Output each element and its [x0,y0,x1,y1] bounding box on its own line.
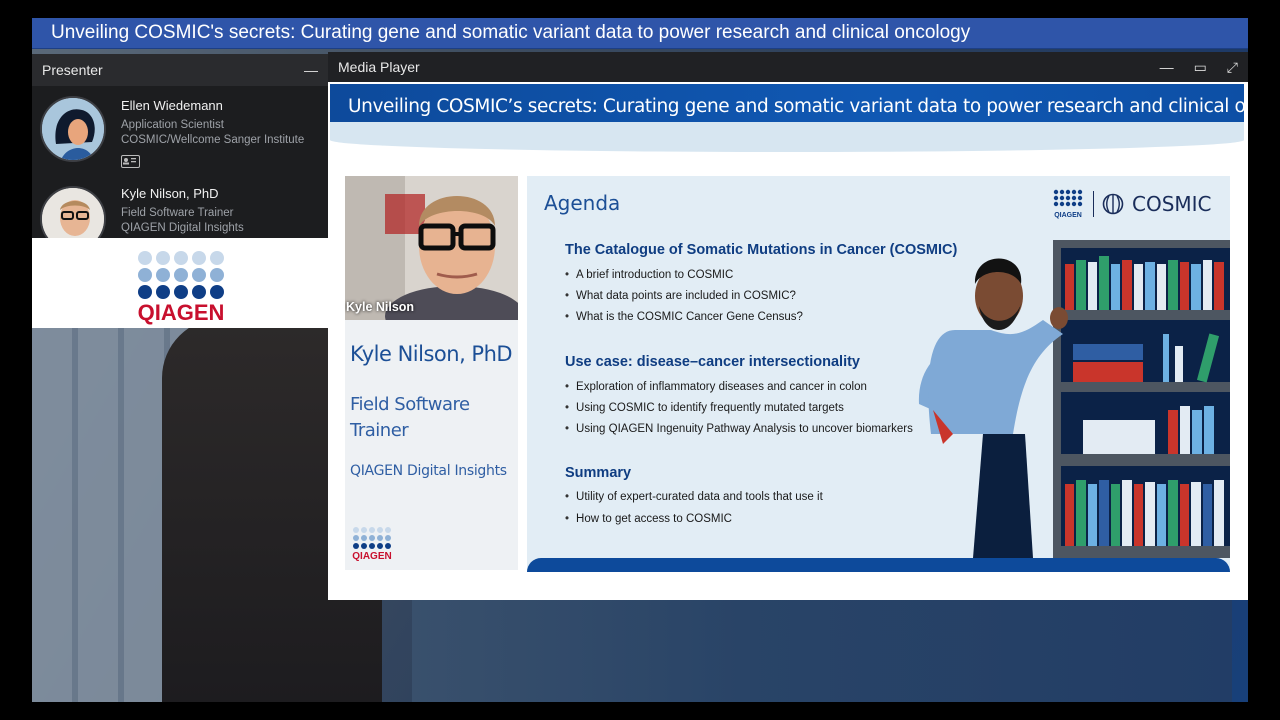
speaker-camera-feed: Kyle Nilson [345,176,518,320]
presenter-card[interactable]: Ellen Wiedemann Application Scientist CO… [40,96,320,176]
svg-text:QIAGEN: QIAGEN [352,551,391,562]
agenda-bullet: Exploration of inflammatory diseases and… [565,381,867,393]
fullscreen-player-button[interactable]: ⤢ [1227,59,1238,76]
speaker-organization: QIAGEN Digital Insights [350,463,507,479]
event-title-bar: Unveiling COSMIC's secrets: Curating gen… [32,18,1248,49]
avatar [40,186,106,238]
agenda-bullet: What is the COSMIC Cancer Gene Census? [565,311,803,323]
agenda-bullet: How to get access to COSMIC [565,513,732,525]
qiagen-logo: QIAGEN [138,251,225,325]
slide-title: Unveiling COSMIC’s secrets: Curating gen… [348,96,1244,117]
svg-text:QIAGEN: QIAGEN [1054,212,1082,219]
agenda-section-heading: Summary [565,465,632,481]
agenda-bullet: A brief introduction to COSMIC [565,269,733,281]
presenter-panel: Presenter — Ellen Wiedemann Application … [32,54,328,238]
agenda-footer-band [527,558,1230,572]
contact-card-icon[interactable] [121,155,140,168]
presenter-role: Application Scientist [121,119,224,131]
background-desk-image [412,598,1232,702]
agenda-section-heading: Use case: disease–cancer intersectionali… [565,354,860,370]
slide-wave-decoration [330,122,1244,152]
presenter-panel-header: Presenter — [32,54,328,86]
minimize-presenter-button[interactable]: — [304,62,318,78]
avatar-illustration-icon [42,98,104,160]
media-player: Media Player — ▭ ⤢ Unveiling COSMIC’s se… [328,52,1248,600]
logo-divider [1093,191,1094,217]
presenter-name: Kyle Nilson, PhD [121,186,219,201]
maximize-player-button[interactable]: ▭ [1194,59,1207,76]
speaker-card: Kyle Nilson Kyle Nilson, PhD Field Softw… [345,176,518,570]
webinar-stage: Unveiling COSMIC's secrets: Curating gen… [32,18,1248,702]
agenda-panel: Agenda QIAGEN COSMIC The Catalogue of So… [527,176,1230,572]
presenter-panel-title: Presenter [42,62,103,78]
presenter-name: Ellen Wiedemann [121,98,223,113]
presenter-organization: QIAGEN Digital Insights [121,222,244,234]
scientist-bookshelf-illustration [918,240,1230,558]
agenda-section-heading: The Catalogue of Somatic Mutations in Ca… [565,242,958,258]
agenda-bullet: Using COSMIC to identify frequently muta… [565,402,844,414]
qiagen-cosmic-logo: QIAGEN COSMIC [1053,189,1213,219]
agenda-bullet: Using QIAGEN Ingenuity Pathway Analysis … [565,423,913,435]
agenda-bullet: Utility of expert-curated data and tools… [565,491,823,503]
camera-name-label: Kyle Nilson [346,300,415,314]
avatar [40,96,106,162]
avatar-photo-icon [42,188,104,238]
speaker-video-icon [345,176,518,320]
speaker-role: Field Software Trainer [350,394,470,441]
qiagen-logo-text: QIAGEN [138,300,225,325]
presenter-card[interactable]: Kyle Nilson, PhD Field Software Trainer … [40,186,320,238]
cosmic-emblem-icon [1102,193,1124,215]
speaker-name: Kyle Nilson, PhD [350,342,513,366]
agenda-bullet: What data points are included in COSMIC? [565,290,796,302]
minimize-player-button[interactable]: — [1160,59,1174,75]
qiagen-mini-logo-icon: QIAGEN [1053,189,1083,219]
sponsor-logo-panel: QIAGEN [32,238,328,328]
presentation-slide: Unveiling COSMIC’s secrets: Curating gen… [330,84,1244,598]
event-title: Unveiling COSMIC's secrets: Curating gen… [51,22,971,43]
cosmic-logo-text: COSMIC [1132,192,1212,216]
qiagen-small-logo: QIAGEN [352,527,392,562]
presenter-organization: COSMIC/Wellcome Sanger Institute [121,134,305,146]
media-player-title: Media Player [338,59,420,75]
presenter-role: Field Software Trainer [121,207,234,219]
agenda-title: Agenda [544,191,621,215]
media-player-header: Media Player — ▭ ⤢ [328,52,1248,82]
